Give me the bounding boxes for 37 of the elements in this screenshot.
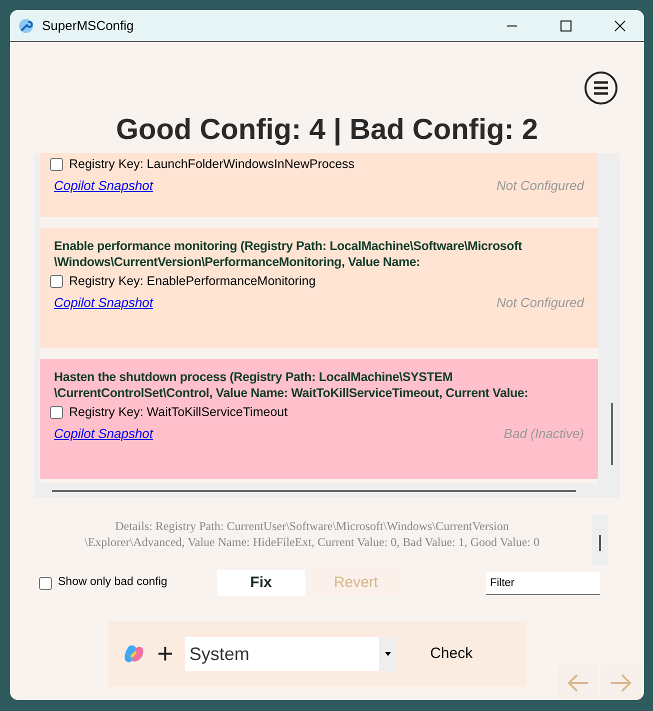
filter-field[interactable]: Filter — [486, 572, 600, 594]
snapshot-link[interactable]: Copilot Snapshot — [54, 293, 154, 312]
vertical-scrollbar-thumb[interactable] — [611, 403, 613, 465]
snapshot-link[interactable]: Copilot Snapshot — [54, 176, 154, 196]
bad-config-checkbox[interactable] — [39, 576, 52, 590]
config-title: Enable performance monitoring (Registry Path: LocalMachine\Software\Microsoft — [54, 238, 524, 254]
snapshot-link[interactable]: Copilot Snapshot — [54, 424, 154, 444]
registry-key-checkbox[interactable] — [50, 158, 63, 170]
status-text: Not Configured — [496, 294, 584, 312]
checkbox-label: Show only bad config — [58, 575, 168, 590]
close-icon[interactable] — [614, 20, 626, 32]
details-text: \Explorer\Advanced, Value Name: HideFileExt, Current Value: 0, Bad Value: 1, Good Value: 0 — [84, 534, 540, 550]
registry-key-checkbox[interactable] — [50, 274, 63, 288]
copilot-icon[interactable] — [123, 643, 145, 665]
config-title: Hasten the shutdown process (Registry Path: LocalMachine\SYSTEM — [54, 369, 454, 385]
caret-icon — [384, 652, 391, 656]
registry-key-label: Registry Key: EnablePerformanceMonitoring — [69, 273, 316, 290]
config-summary: Good Config: 4 | Bad Config: 2 — [114, 113, 540, 147]
registry-key-checkbox[interactable] — [50, 406, 63, 418]
status-text: Bad (Inactive) — [504, 425, 584, 443]
action-button[interactable]: Fix — [217, 570, 305, 596]
registry-key-label: Registry Key: LaunchFolderWindowsInNewProcess — [69, 156, 355, 173]
right-arrow-icon — [610, 674, 632, 692]
wrench-icon — [18, 18, 34, 34]
config-title: \Windows\CurrentVersion\PerformanceMonitoring, Value Name: — [54, 254, 422, 270]
horizontal-scrollbar-thumb[interactable] — [52, 490, 576, 492]
details-text: Details: Registry Path: CurrentUser\Software\Microsoft\Windows\CurrentVersion — [115, 518, 509, 534]
category-dropdown[interactable]: System — [185, 637, 396, 671]
maximize-icon[interactable] — [560, 20, 572, 32]
status-text: Not Configured — [496, 177, 584, 195]
left-arrow-icon — [567, 674, 589, 692]
config-title: \CurrentControlSet\Control, Value Name: WaitToKillServiceTimeout, Current Value: — [54, 385, 530, 401]
menu-icon[interactable] — [584, 71, 618, 105]
details-scrollbar[interactable] — [592, 514, 608, 566]
registry-key-label: Registry Key: WaitToKillServiceTimeout — [69, 404, 288, 421]
add-button[interactable]: + — [157, 640, 174, 668]
window-title: SuperMSConfig — [42, 16, 135, 35]
